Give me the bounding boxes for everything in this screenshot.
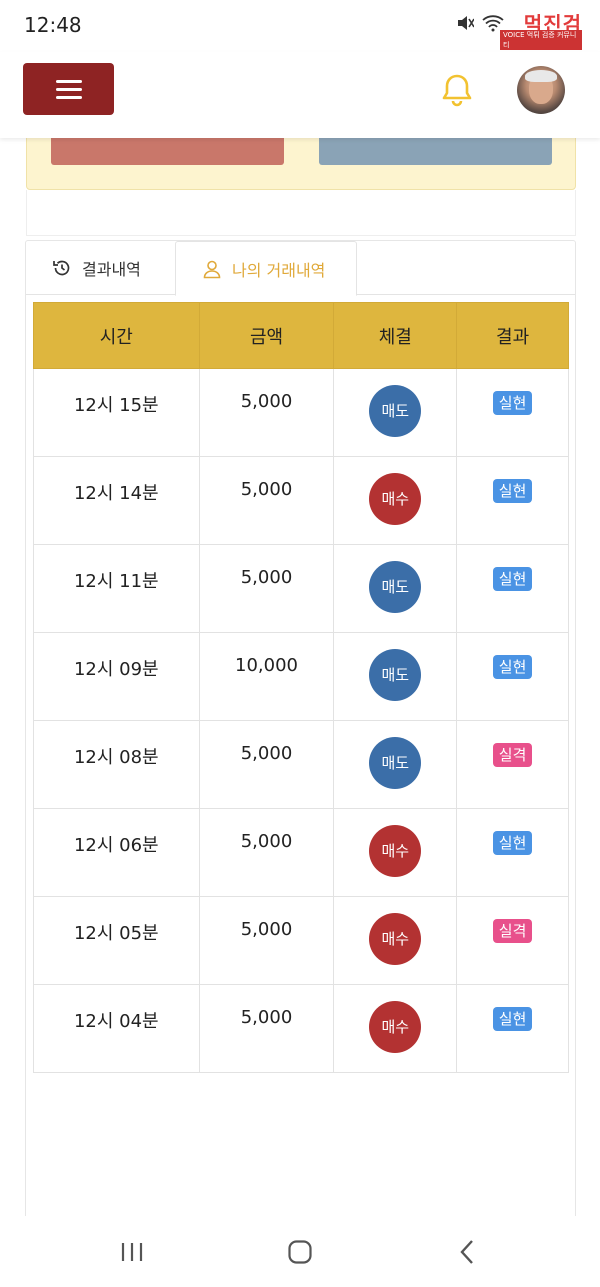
- cell-amount: 5,000: [198, 896, 335, 985]
- cell-amount: 5,000: [198, 808, 335, 897]
- cell-time: 12시 08분: [33, 720, 200, 809]
- cell-result: 실현: [456, 984, 569, 1073]
- cell-result: 실격: [456, 896, 569, 985]
- watermark-logo: 먹진검 VOICE 먹튀 검증 커뮤니티: [500, 6, 592, 50]
- sell-badge: 매도: [369, 649, 422, 701]
- recent-apps-button[interactable]: [92, 1216, 172, 1287]
- cell-amount: 5,000: [198, 984, 335, 1073]
- sell-badge: 매도: [369, 737, 422, 789]
- tab-results[interactable]: 결과내역: [52, 241, 141, 295]
- cell-result: 실현: [456, 808, 569, 897]
- table-row: 12시 05분 5,000 매수 실격: [33, 896, 569, 985]
- sell-badge: 매도: [369, 561, 422, 613]
- back-icon: [460, 1239, 473, 1264]
- cell-amount: 5,000: [198, 544, 335, 633]
- table-row: 12시 14분 5,000 매수 실현: [33, 456, 569, 545]
- result-badge: 실현: [492, 831, 533, 855]
- cell-result: 실격: [456, 720, 569, 809]
- cell-result: 실현: [456, 368, 569, 457]
- home-button[interactable]: [260, 1216, 340, 1287]
- panel-footer: [26, 190, 576, 236]
- buy-badge: 매수: [369, 825, 422, 877]
- result-badge: 실현: [492, 391, 533, 415]
- buy-badge: 매수: [369, 913, 422, 965]
- result-badge: 실현: [492, 655, 533, 679]
- cell-amount: 10,000: [198, 632, 335, 721]
- table-header-row: 시간 금액 체결 결과: [33, 302, 569, 369]
- status-icons: [456, 14, 504, 32]
- avatar[interactable]: [517, 66, 565, 114]
- cell-time: 12시 06분: [33, 808, 200, 897]
- table-row: 12시 15분 5,000 매도 실현: [33, 368, 569, 457]
- table-row: 12시 09분 10,000 매도 실현: [33, 632, 569, 721]
- user-icon: [203, 260, 221, 278]
- mute-icon: [458, 16, 474, 30]
- cell-trade: 매도: [333, 632, 458, 721]
- cell-time: 12시 14분: [33, 456, 200, 545]
- cell-amount: 5,000: [198, 456, 335, 545]
- result-badge: 실현: [492, 1007, 533, 1031]
- bell-icon[interactable]: [440, 72, 474, 108]
- result-badge: 실현: [492, 567, 533, 591]
- header-time: 시간: [33, 302, 200, 369]
- cell-time: 12시 05분: [33, 896, 200, 985]
- home-icon: [288, 1239, 312, 1264]
- app-header: [0, 52, 600, 138]
- cell-time: 12시 04분: [33, 984, 200, 1073]
- header-result: 결과: [456, 302, 569, 369]
- cell-result: 실현: [456, 456, 569, 545]
- cell-time: 12시 11분: [33, 544, 200, 633]
- buy-badge: 매수: [369, 1001, 422, 1053]
- table-row: 12시 04분 5,000 매수 실현: [33, 984, 569, 1073]
- tab-my-trades-label: 나의 거래내역: [232, 260, 326, 280]
- trade-table-body: 12시 15분 5,000 매도 실현 12시 14분 5,000 매수 실현 12시 11분 5…: [33, 368, 569, 1073]
- tab-my-trades[interactable]: 나의 거래내역: [175, 241, 357, 296]
- menu-button[interactable]: [23, 63, 114, 115]
- status-time: 12:48: [24, 13, 82, 37]
- cell-trade: 매도: [333, 720, 458, 809]
- result-badge: 실격: [492, 919, 533, 943]
- cell-trade: 매수: [333, 984, 458, 1073]
- tab-bar: 결과내역 나의 거래내역: [26, 241, 575, 296]
- header-amount: 금액: [198, 302, 335, 369]
- cell-trade: 매수: [333, 896, 458, 985]
- back-button[interactable]: [428, 1216, 508, 1287]
- table-row: 12시 11분 5,000 매도 실현: [33, 544, 569, 633]
- recent-apps-icon: [121, 1242, 143, 1261]
- table-row: 12시 08분 5,000 매도 실격: [33, 720, 569, 809]
- cell-time: 12시 15분: [33, 368, 200, 457]
- cell-time: 12시 09분: [33, 632, 200, 721]
- result-badge: 실격: [492, 743, 533, 767]
- cell-trade: 매도: [333, 368, 458, 457]
- result-badge: 실현: [492, 479, 533, 503]
- cell-trade: 매수: [333, 456, 458, 545]
- cell-amount: 5,000: [198, 720, 335, 809]
- sell-badge: 매도: [369, 385, 422, 437]
- history-icon: [53, 260, 70, 276]
- cell-amount: 5,000: [198, 368, 335, 457]
- cell-trade: 매도: [333, 544, 458, 633]
- system-nav-bar: [0, 1216, 600, 1287]
- cell-result: 실현: [456, 544, 569, 633]
- table-row: 12시 06분 5,000 매수 실현: [33, 808, 569, 897]
- cell-trade: 매수: [333, 808, 458, 897]
- history-card: 결과내역 나의 거래내역 시간 금액 체결 결과 12시 15분 5,000 매도 실…: [25, 240, 576, 1230]
- hamburger-icon: [55, 79, 82, 83]
- cell-result: 실현: [456, 632, 569, 721]
- tab-results-label: 결과내역: [82, 260, 141, 279]
- header-trade: 체결: [333, 302, 458, 369]
- buy-badge: 매수: [369, 473, 422, 525]
- status-bar: 12:48 먹진검 VOICE 먹튀 검증 커뮤니티: [0, 0, 600, 52]
- watermark-sub: VOICE 먹튀 검증 커뮤니티: [500, 30, 582, 50]
- trade-table: 시간 금액 체결 결과 12시 15분 5,000 매도 실현 12시 14분 5,000…: [33, 302, 569, 1073]
